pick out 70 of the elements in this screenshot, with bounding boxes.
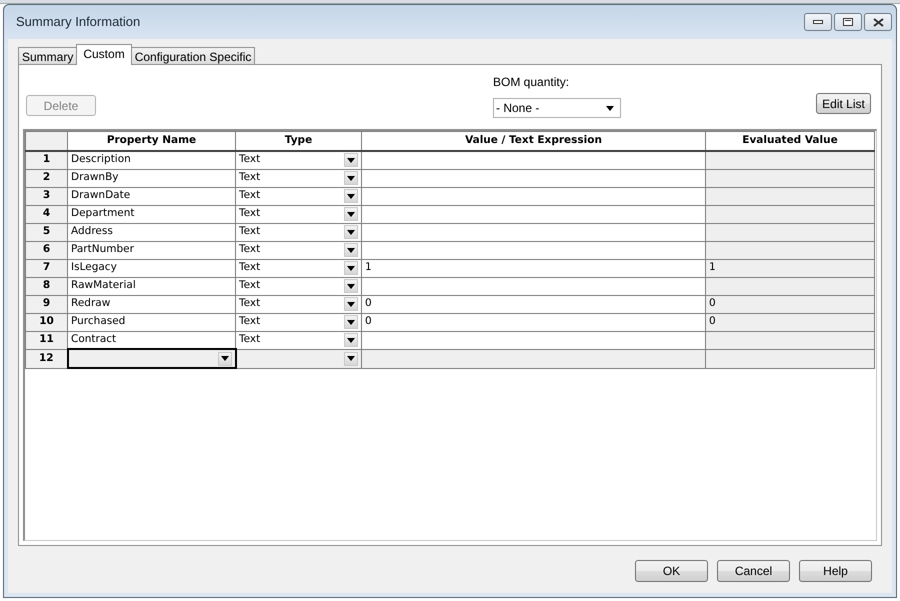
table-cell[interactable] — [362, 223, 706, 241]
table-cell[interactable]: Address — [68, 223, 236, 241]
dropdown-cell[interactable]: Text — [236, 313, 362, 331]
row-number: 2 — [26, 169, 68, 187]
table-cell[interactable]: Redraw — [68, 295, 236, 313]
row-number: 10 — [26, 313, 68, 331]
table-cell[interactable] — [362, 169, 706, 187]
column-header: Value / Text Expression — [362, 132, 706, 150]
table-cell[interactable]: Department — [68, 205, 236, 223]
table-cell[interactable] — [362, 277, 706, 295]
tab[interactable]: Custom — [76, 44, 132, 65]
dialog-button[interactable]: Cancel — [717, 560, 790, 582]
tab[interactable]: Summary — [18, 47, 78, 65]
close-icon — [872, 18, 884, 26]
dropdown-cell[interactable] — [236, 349, 362, 368]
dropdown-cell[interactable]: Text — [236, 277, 362, 295]
table-cell[interactable]: Description — [68, 150, 236, 169]
row-number: 9 — [26, 295, 68, 313]
table-cell[interactable] — [362, 150, 706, 169]
table-cell[interactable]: DrawnDate — [68, 187, 236, 205]
dropdown-cell[interactable]: Text — [236, 223, 362, 241]
dropdown-cell[interactable]: Text — [236, 205, 362, 223]
dialog-button[interactable]: OK — [635, 560, 708, 582]
edit-list-button[interactable]: Edit List — [816, 93, 871, 114]
dropdown-cell[interactable]: Text — [236, 187, 362, 205]
table-cell[interactable] — [362, 331, 706, 349]
table-cell: 1 — [706, 259, 874, 277]
table-cell[interactable] — [362, 187, 706, 205]
bom-quantity-label: BOM quantity: — [493, 74, 570, 91]
column-header: Evaluated Value — [706, 132, 874, 150]
column-header: Property Name — [68, 132, 236, 150]
table-cell[interactable]: 1 — [362, 259, 706, 277]
table-cell[interactable]: DrawnBy — [68, 169, 236, 187]
table-cell[interactable]: Purchased — [68, 313, 236, 331]
table-cell[interactable]: IsLegacy — [68, 259, 236, 277]
dropdown-cell[interactable]: Text — [236, 150, 362, 169]
dropdown-cell[interactable]: Text — [236, 331, 362, 349]
table-cell[interactable]: PartNumber — [68, 241, 236, 259]
dropdown-cell[interactable]: Text — [236, 169, 362, 187]
minimize-icon — [813, 20, 823, 24]
header-corner-cell — [26, 132, 68, 150]
dropdown-cell[interactable]: Text — [236, 259, 362, 277]
row-number: 6 — [26, 241, 68, 259]
row-number: 4 — [26, 205, 68, 223]
tab[interactable]: Configuration Specific — [130, 47, 256, 65]
table-cell[interactable]: 0 — [362, 313, 706, 331]
window-title: Summary Information — [16, 13, 140, 32]
close-button[interactable] — [864, 13, 892, 31]
row-number: 3 — [26, 187, 68, 205]
table-cell[interactable] — [362, 241, 706, 259]
dropdown-arrow-icon — [606, 106, 614, 110]
dropdown-cell[interactable]: Text — [236, 241, 362, 259]
row-number: 11 — [26, 331, 68, 349]
maximize-icon — [843, 18, 853, 26]
table-cell[interactable]: RawMaterial — [68, 277, 236, 295]
table-cell: 0 — [706, 295, 874, 313]
row-number: 12 — [26, 349, 68, 368]
maximize-button[interactable] — [834, 13, 862, 31]
column-header: Type — [236, 132, 362, 150]
dialog-button[interactable]: Help — [799, 560, 872, 582]
table-cell[interactable] — [362, 205, 706, 223]
bom-quantity-dropdown[interactable]: - None - — [493, 98, 621, 118]
table-cell[interactable]: 0 — [362, 295, 706, 313]
dropdown-cell[interactable]: Text — [236, 295, 362, 313]
dropdown-cell[interactable] — [68, 349, 236, 368]
table-cell: 0 — [706, 313, 874, 331]
minimize-button[interactable] — [804, 13, 832, 31]
row-number: 8 — [26, 277, 68, 295]
row-number: 5 — [26, 223, 68, 241]
row-number: 7 — [26, 259, 68, 277]
